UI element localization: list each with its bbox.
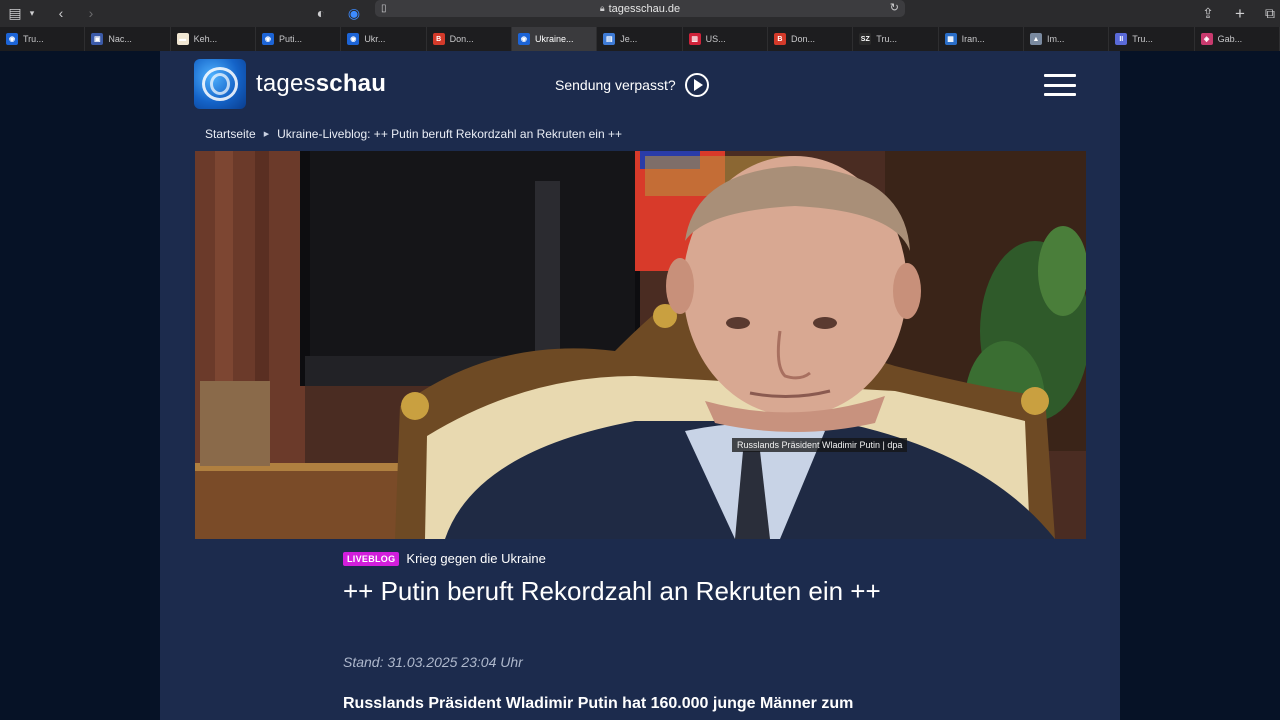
reload-icon[interactable]: ↻ [890, 0, 899, 17]
sidebar-toggle-icon[interactable]: ▤ [4, 0, 26, 27]
browser-tab[interactable]: ▥ US... [683, 27, 768, 51]
browser-tab[interactable]: II Tru... [1109, 27, 1195, 51]
article-headline: ++ Putin beruft Rekordzahl an Rekruten e… [343, 576, 881, 606]
browser-tab[interactable]: ▦ Iran... [939, 27, 1024, 51]
tab-favicon-icon: ▣ [91, 33, 104, 45]
tab-label: Keh... [193, 34, 218, 44]
liveblog-badge: LIVEBLOG [343, 551, 400, 566]
tab-overview-icon[interactable]: ⧉ [1260, 0, 1280, 27]
logo-wordmark: tagesschau [256, 70, 387, 97]
tab-favicon-icon: ◈ [1200, 33, 1213, 45]
article-hero-image[interactable] [195, 151, 1086, 539]
article-meta: LIVEBLOG Krieg gegen die Ukraine [343, 551, 546, 566]
tab-favicon-icon: B [773, 33, 786, 45]
site-logo[interactable]: tagesschau [194, 59, 386, 109]
tab-favicon-icon: ◉ [261, 33, 274, 45]
chevron-down-icon[interactable]: ▾ [26, 0, 38, 27]
tab-favicon-icon: ▦ [944, 33, 957, 45]
article-timestamp: Stand: 31.03.2025 23:04 Uhr [343, 654, 523, 670]
tab-label: Puti... [278, 34, 302, 44]
article-lead: Russlands Präsident Wladimir Putin hat 1… [343, 695, 854, 712]
url-text: tagesschau.de [608, 2, 681, 15]
breadcrumb: Startseite ▶ Ukraine-Liveblog: ++ Putin … [205, 127, 622, 141]
page-margin-left [0, 51, 160, 720]
browser-tab[interactable]: ▲ Im... [1024, 27, 1110, 51]
new-tab-icon[interactable]: + [1230, 0, 1250, 27]
breadcrumb-home[interactable]: Startseite [205, 127, 256, 141]
browser-tab[interactable]: B Don... [768, 27, 854, 51]
tab-favicon-icon: ◉ [347, 33, 360, 45]
tab-favicon-icon: SZ [859, 33, 872, 45]
page-icon: ▯ [381, 3, 387, 14]
shield-icon[interactable]: ◐ [312, 0, 330, 27]
tab-favicon-icon: II [1115, 33, 1128, 45]
tab-favicon-icon: ◉ [6, 33, 18, 45]
hero-photo [195, 151, 1086, 539]
article-topic[interactable]: Krieg gegen die Ukraine [406, 551, 545, 566]
breadcrumb-current[interactable]: Ukraine-Liveblog: ++ Putin beruft Rekord… [277, 127, 622, 141]
tab-label: Iran... [961, 34, 985, 44]
browser-tab[interactable]: ◈ Gab... [1195, 27, 1280, 51]
tab-favicon-icon: ▤ [603, 33, 616, 45]
browser-tab[interactable]: ▬ Keh... [171, 27, 256, 51]
tab-label: Im... [1046, 34, 1065, 44]
image-caption: Russlands Präsident Wladimir Putin | dpa [732, 438, 908, 452]
tab-label: Nac... [108, 34, 132, 44]
browser-tab[interactable]: ◉ Puti... [256, 27, 342, 51]
tagesschau-globe-icon [194, 59, 246, 109]
tab-favicon-icon: ▲ [1029, 33, 1042, 45]
tagesschau-page: tagesschau Sendung verpasst? Startseite … [160, 51, 1120, 720]
tab-label: Je... [620, 34, 638, 44]
browser-tab[interactable]: ◉ Ukraine... [511, 27, 598, 51]
tab-label: Ukr... [364, 34, 386, 44]
share-icon[interactable]: ⇪ [1198, 0, 1218, 27]
tab-label: Tru... [23, 34, 44, 44]
menu-icon[interactable] [1044, 74, 1076, 96]
browser-tab[interactable]: ◉ Tru... [0, 27, 86, 51]
tab-favicon-icon: ▬ [176, 33, 189, 45]
breadcrumb-separator-icon: ▶ [263, 131, 270, 138]
tab-label: Gab... [1217, 34, 1243, 44]
browser-tab[interactable]: ▤ Je... [597, 27, 683, 51]
browser-toolbar: ▤ ▾ ‹ › ◐ ◉ ▯ 🔒︎ tagesschau.de ↻ ⇪ + ⧉ [0, 0, 1280, 27]
tab-label: Ukraine... [534, 34, 574, 44]
tab-label: Don... [790, 34, 815, 44]
tab-favicon-icon: B [432, 33, 445, 45]
tab-favicon-icon: ▥ [688, 33, 701, 45]
tab-label: Don... [449, 34, 474, 44]
lock-icon: 🔒︎ [599, 3, 605, 13]
tab-label: Tru... [876, 34, 897, 44]
browser-tab[interactable]: SZ Tru... [853, 27, 939, 51]
tab-favicon-icon: ◉ [517, 33, 530, 45]
extension-icon[interactable]: ◉ [344, 0, 364, 27]
forward-icon[interactable]: › [82, 0, 100, 27]
browser-tab[interactable]: B Don... [427, 27, 512, 51]
back-icon[interactable]: ‹ [52, 0, 70, 27]
play-icon [684, 73, 709, 97]
tab-label: Tru... [1132, 34, 1153, 44]
browser-tab[interactable]: ▣ Nac... [85, 27, 171, 51]
tab-label: US... [705, 34, 726, 44]
tab-strip: ◉ Tru... ▣ Nac... ▬ Keh... ◉ Puti... ◉ Ukr... B Don… [0, 27, 1280, 51]
sendung-verpasst-link[interactable]: Sendung verpasst? [555, 73, 709, 97]
address-bar[interactable]: ▯ 🔒︎ tagesschau.de ↻ [375, 0, 905, 17]
browser-tab[interactable]: ◉ Ukr... [341, 27, 427, 51]
page-margin-right [1120, 51, 1280, 720]
sendung-label: Sendung verpasst? [555, 77, 676, 93]
